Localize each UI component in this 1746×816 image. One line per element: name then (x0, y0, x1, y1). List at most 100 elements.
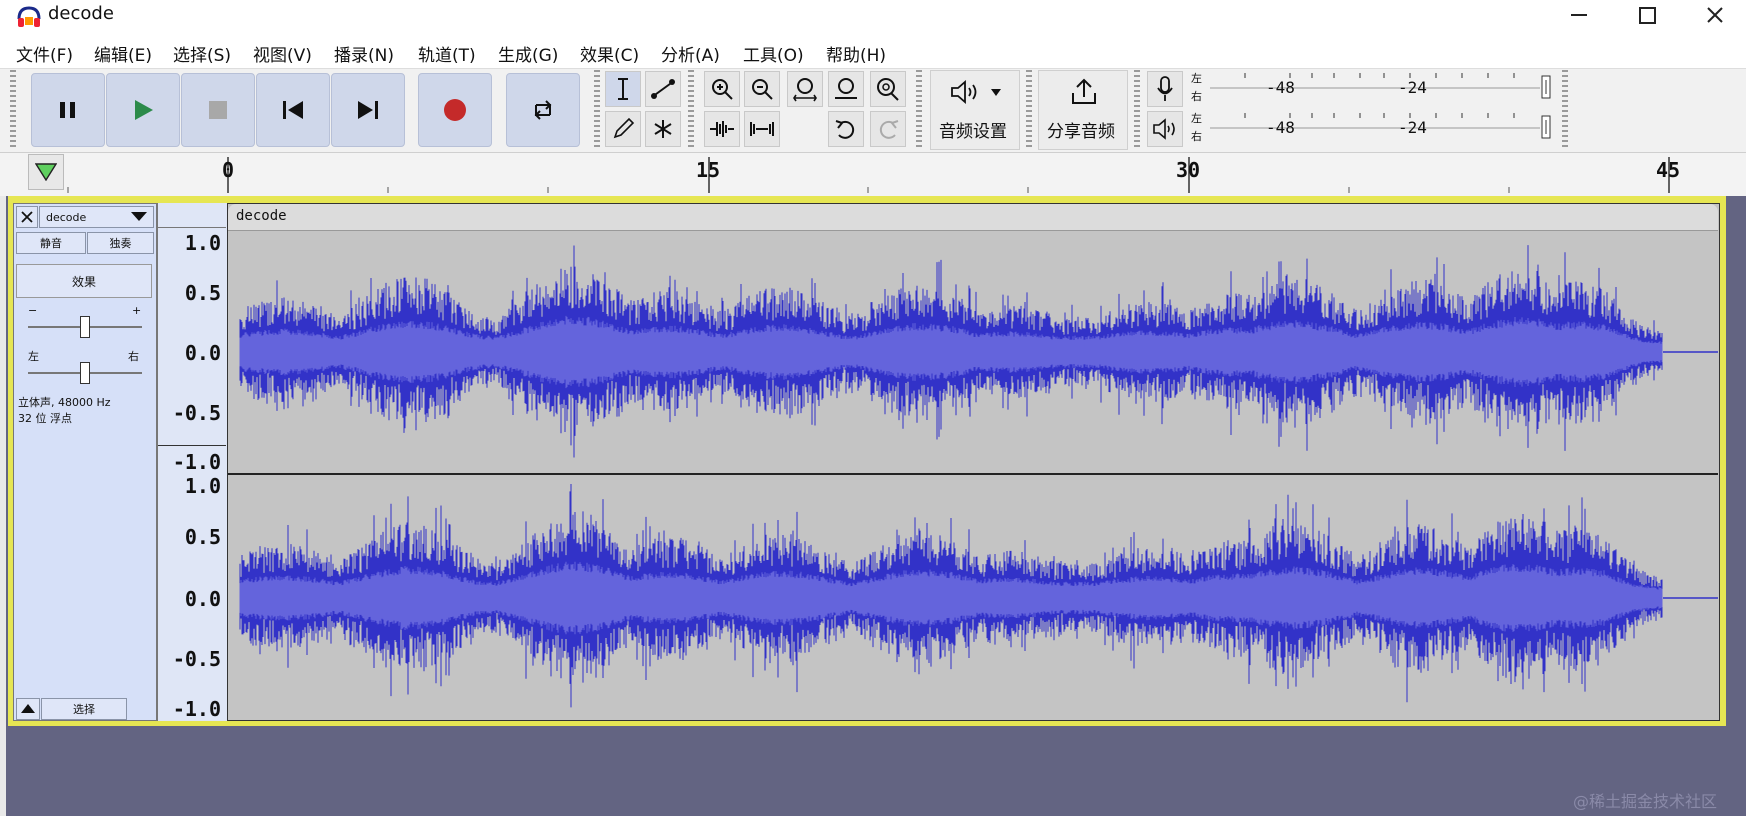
skip-to-start-button[interactable] (256, 73, 330, 147)
menu-select[interactable]: 选择(S) (173, 41, 231, 66)
select-label: 选择 (73, 703, 95, 716)
play-button[interactable] (106, 73, 180, 147)
gain-slider[interactable] (28, 316, 142, 340)
collapse-track-button[interactable] (16, 698, 40, 720)
record-meter[interactable]: -48 -24 (1210, 70, 1560, 106)
toolbar-grip[interactable] (10, 70, 16, 150)
speaker-icon (951, 80, 977, 104)
scale-label: 0.5 (184, 525, 221, 549)
toolbar-grip[interactable] (1562, 70, 1568, 150)
left-channel-waveform (239, 245, 1718, 458)
pause-button[interactable] (31, 73, 105, 147)
menu-generate[interactable]: 生成(G) (498, 41, 558, 66)
toolbar-grip[interactable] (1026, 70, 1032, 150)
toolbar-grip[interactable] (916, 70, 922, 150)
ruler-label: 30 (1176, 158, 1201, 182)
scale-label: -0.5 (172, 647, 221, 671)
pan-slider[interactable] (28, 362, 142, 386)
solo-button[interactable]: 独奏 (87, 232, 154, 254)
timeline-options-button[interactable] (28, 154, 64, 190)
ruler-label: 45 (1656, 158, 1681, 182)
close-icon (1707, 7, 1723, 23)
toolbar-grip[interactable] (1134, 70, 1140, 150)
menu-edit[interactable]: 编辑(E) (94, 41, 152, 66)
speaker-icon (1153, 118, 1175, 140)
zoom-toggle-button[interactable] (870, 71, 906, 107)
clip-header[interactable]: decode (228, 204, 1718, 231)
playback-meter[interactable]: -48 -24 (1210, 110, 1560, 146)
meter-tick-label: -24 (1398, 78, 1427, 97)
select-track-button[interactable]: 选择 (41, 698, 127, 720)
title-bar: decode (0, 0, 1746, 36)
amplitude-ruler[interactable]: 1.0 0.5 0.0 -0.5 -1.0 1.0 0.5 0.0 -0.5 -… (157, 203, 227, 721)
effects-button[interactable]: 效果 (16, 264, 152, 298)
skip-to-end-icon (358, 101, 378, 119)
scale-label: -0.5 (172, 401, 221, 425)
undo-icon (835, 120, 855, 139)
fit-selection-button[interactable] (787, 71, 823, 107)
play-icon (135, 100, 153, 120)
record-left-channel-label: 左 (1191, 72, 1202, 85)
window-edge (0, 196, 6, 816)
playback-meter-button[interactable] (1147, 111, 1183, 147)
share-audio-button[interactable]: 分享音频 (1038, 70, 1128, 150)
triangle-up-icon (21, 704, 35, 713)
draw-tool-button[interactable] (605, 111, 641, 147)
maximize-button[interactable] (1618, 0, 1676, 30)
fit-selection-icon (793, 78, 817, 102)
redo-button[interactable] (870, 111, 906, 147)
envelope-icon (651, 79, 675, 99)
scale-label: 0.0 (184, 341, 221, 365)
audio-setup-button[interactable]: 音频设置 (930, 70, 1020, 150)
loop-button[interactable] (506, 73, 580, 147)
playback-meter-scale (1210, 113, 1551, 139)
timeline-ruler[interactable] (0, 152, 1746, 198)
record-button[interactable] (418, 73, 492, 147)
ruler-label: 15 (696, 158, 721, 182)
undo-button[interactable] (828, 111, 864, 147)
toolbar-grip[interactable] (688, 70, 694, 150)
record-meter-button[interactable] (1147, 71, 1183, 107)
ruler-label: 0 (222, 158, 235, 182)
zoom-in-button[interactable] (704, 71, 740, 107)
minimize-button[interactable] (1550, 0, 1608, 30)
menu-transport[interactable]: 播录(N) (334, 41, 394, 66)
close-button[interactable] (1686, 0, 1744, 30)
trim-audio-button[interactable] (704, 111, 740, 147)
pan-slider-thumb[interactable] (80, 362, 90, 384)
dropdown-arrow-icon (131, 212, 147, 221)
menu-tools[interactable]: 工具(O) (743, 41, 804, 66)
right-channel-waveform (239, 484, 1718, 708)
menu-help[interactable]: 帮助(H) (826, 41, 886, 66)
skip-to-end-button[interactable] (331, 73, 405, 147)
silence-icon (750, 122, 774, 136)
zoom-out-button[interactable] (744, 71, 780, 107)
play-right-channel-label: 右 (1191, 130, 1202, 143)
waveform[interactable] (228, 231, 1718, 719)
multi-tool-button[interactable] (645, 111, 681, 147)
menu-file[interactable]: 文件(F) (16, 41, 73, 66)
scale-label: 1.0 (184, 231, 221, 255)
share-icon (1072, 78, 1096, 104)
pencil-icon (613, 117, 635, 139)
toolbar-grip[interactable] (594, 70, 600, 150)
mute-button[interactable]: 静音 (16, 232, 86, 254)
close-track-button[interactable] (16, 206, 38, 228)
track-control-panel[interactable]: decode 静音 独奏 效果 − + 左 右 立体声, 48000 Hz 32… (13, 203, 157, 721)
fit-project-button[interactable] (828, 71, 864, 107)
clip-name: decode (236, 208, 287, 224)
menu-view[interactable]: 视图(V) (253, 41, 312, 66)
gain-slider-thumb[interactable] (80, 316, 90, 338)
stop-button[interactable] (181, 73, 255, 147)
window-title: decode (48, 3, 114, 24)
effects-label: 效果 (71, 274, 96, 289)
selection-tool-button[interactable] (605, 71, 641, 107)
menu-analyze[interactable]: 分析(A) (661, 41, 720, 66)
menu-effect[interactable]: 效果(C) (580, 41, 639, 66)
envelope-tool-button[interactable] (645, 71, 681, 107)
scale-label: -1.0 (172, 697, 221, 721)
loop-icon (534, 100, 552, 120)
track-menu-button[interactable]: decode (39, 206, 154, 228)
silence-audio-button[interactable] (744, 111, 780, 147)
menu-tracks[interactable]: 轨道(T) (418, 41, 476, 66)
